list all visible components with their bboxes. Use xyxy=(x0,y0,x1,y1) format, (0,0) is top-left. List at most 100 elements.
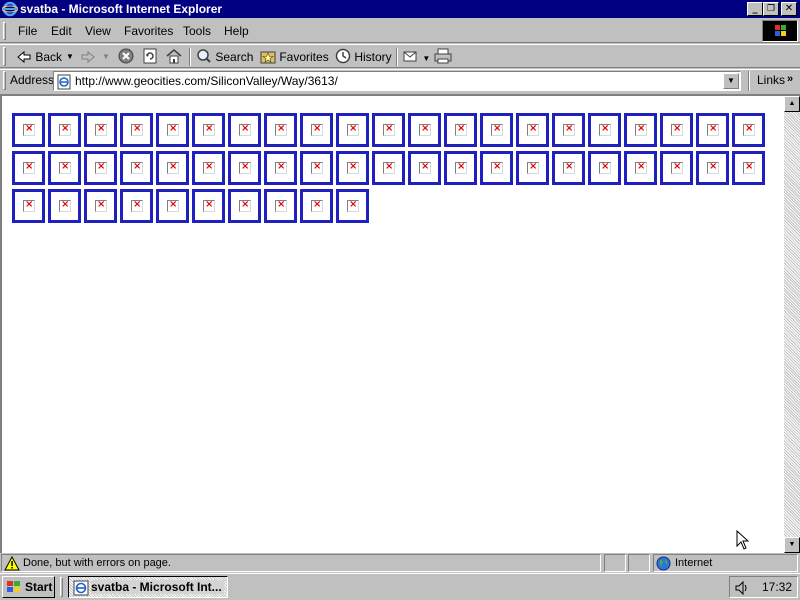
broken-image[interactable]: × xyxy=(192,113,225,147)
forward-dropdown[interactable]: ▼ xyxy=(102,48,110,66)
broken-image[interactable]: × xyxy=(624,151,657,185)
broken-image[interactable]: × xyxy=(624,113,657,147)
status-zone-pane[interactable]: Internet xyxy=(653,554,798,572)
broken-image[interactable]: × xyxy=(48,189,81,223)
broken-image[interactable]: × xyxy=(156,151,189,185)
broken-image[interactable]: × xyxy=(552,151,585,185)
speaker-icon[interactable] xyxy=(734,580,750,596)
history-icon xyxy=(335,48,351,64)
broken-image[interactable]: × xyxy=(48,151,81,185)
broken-image[interactable]: × xyxy=(480,151,513,185)
broken-image[interactable]: × xyxy=(732,151,765,185)
history-button[interactable]: History xyxy=(335,48,392,66)
stop-button[interactable] xyxy=(118,48,134,66)
broken-image[interactable]: × xyxy=(732,113,765,147)
menu-tools[interactable]: Tools xyxy=(183,24,211,38)
links-chevron[interactable]: » xyxy=(787,73,793,85)
broken-image[interactable]: × xyxy=(696,113,729,147)
broken-image[interactable]: × xyxy=(264,189,297,223)
broken-image[interactable]: × xyxy=(300,189,333,223)
broken-image[interactable]: × xyxy=(516,151,549,185)
broken-image[interactable]: × xyxy=(300,151,333,185)
broken-image-icon: × xyxy=(527,123,539,136)
broken-image-icon: × xyxy=(563,161,575,174)
broken-image[interactable]: × xyxy=(156,113,189,147)
broken-image[interactable]: × xyxy=(12,151,45,185)
broken-image[interactable]: × xyxy=(588,113,621,147)
warning-icon[interactable] xyxy=(4,556,20,571)
broken-image[interactable]: × xyxy=(336,113,369,147)
broken-image[interactable]: × xyxy=(408,113,441,147)
broken-image[interactable]: × xyxy=(552,113,585,147)
broken-image[interactable]: × xyxy=(480,113,513,147)
scroll-up-button[interactable]: ▲ xyxy=(784,96,800,112)
forward-button[interactable] xyxy=(80,48,96,66)
broken-image-icon: × xyxy=(203,123,215,136)
broken-image[interactable]: × xyxy=(516,113,549,147)
broken-image[interactable]: × xyxy=(300,113,333,147)
toolbar-grip[interactable] xyxy=(3,47,6,66)
search-button[interactable]: Search xyxy=(196,48,253,66)
broken-image[interactable]: × xyxy=(408,151,441,185)
broken-image[interactable]: × xyxy=(192,189,225,223)
vertical-scrollbar[interactable]: ▲ ▼ xyxy=(784,96,800,553)
broken-image[interactable]: × xyxy=(84,151,117,185)
broken-image[interactable]: × xyxy=(192,151,225,185)
broken-image[interactable]: × xyxy=(660,151,693,185)
address-dropdown-button[interactable]: ▼ xyxy=(723,73,739,89)
broken-image[interactable]: × xyxy=(84,189,117,223)
menu-view[interactable]: View xyxy=(85,24,111,38)
links-label[interactable]: Links xyxy=(757,73,785,87)
menu-favorites[interactable]: Favorites xyxy=(124,24,173,38)
menu-help[interactable]: Help xyxy=(224,24,249,38)
broken-image[interactable]: × xyxy=(660,113,693,147)
address-grip[interactable] xyxy=(3,71,6,90)
broken-image[interactable]: × xyxy=(336,151,369,185)
broken-image[interactable]: × xyxy=(372,113,405,147)
broken-image[interactable]: × xyxy=(444,113,477,147)
mail-button[interactable]: ▼ xyxy=(403,48,430,66)
broken-image[interactable]: × xyxy=(120,151,153,185)
broken-image-icon: × xyxy=(419,161,431,174)
menu-grip[interactable] xyxy=(3,22,6,40)
refresh-button[interactable] xyxy=(142,48,158,66)
taskbar-window-label: svatba - Microsoft Int... xyxy=(91,580,224,594)
broken-image[interactable]: × xyxy=(156,189,189,223)
broken-image[interactable]: × xyxy=(264,113,297,147)
broken-image[interactable]: × xyxy=(696,151,729,185)
start-button[interactable]: Start xyxy=(2,576,55,598)
broken-image[interactable]: × xyxy=(84,113,117,147)
minimize-button[interactable]: _ xyxy=(747,2,763,16)
broken-image[interactable]: × xyxy=(588,151,621,185)
broken-image[interactable]: × xyxy=(264,151,297,185)
back-dropdown[interactable]: ▼ xyxy=(66,48,74,66)
broken-image[interactable]: × xyxy=(228,151,261,185)
print-button[interactable] xyxy=(434,48,452,66)
taskbar-grip[interactable] xyxy=(60,577,63,597)
menu-file[interactable]: File xyxy=(18,24,37,38)
favorites-button[interactable]: Favorites xyxy=(260,48,329,66)
broken-image-mark: × xyxy=(457,123,466,134)
address-field[interactable]: ▼ xyxy=(53,71,741,91)
broken-image[interactable]: × xyxy=(120,189,153,223)
broken-image[interactable]: × xyxy=(336,189,369,223)
taskbar-ie-window-button[interactable]: svatba - Microsoft Int... xyxy=(68,576,228,598)
restore-button[interactable]: ❐ xyxy=(763,2,779,16)
scroll-down-button[interactable]: ▼ xyxy=(784,537,800,553)
broken-image[interactable]: × xyxy=(444,151,477,185)
broken-image[interactable]: × xyxy=(48,113,81,147)
broken-image-mark: × xyxy=(349,161,358,172)
clock[interactable]: 17:32 xyxy=(762,580,792,594)
title-bar[interactable]: svatba - Microsoft Internet Explorer _ ❐… xyxy=(0,0,800,18)
close-button[interactable]: ✕ xyxy=(781,2,797,16)
back-button[interactable]: Back xyxy=(16,48,62,66)
broken-image[interactable]: × xyxy=(228,113,261,147)
address-input[interactable] xyxy=(75,74,715,88)
menu-edit[interactable]: Edit xyxy=(51,24,72,38)
broken-image[interactable]: × xyxy=(228,189,261,223)
broken-image[interactable]: × xyxy=(372,151,405,185)
home-button[interactable] xyxy=(166,48,182,66)
broken-image[interactable]: × xyxy=(120,113,153,147)
broken-image[interactable]: × xyxy=(12,113,45,147)
broken-image[interactable]: × xyxy=(12,189,45,223)
